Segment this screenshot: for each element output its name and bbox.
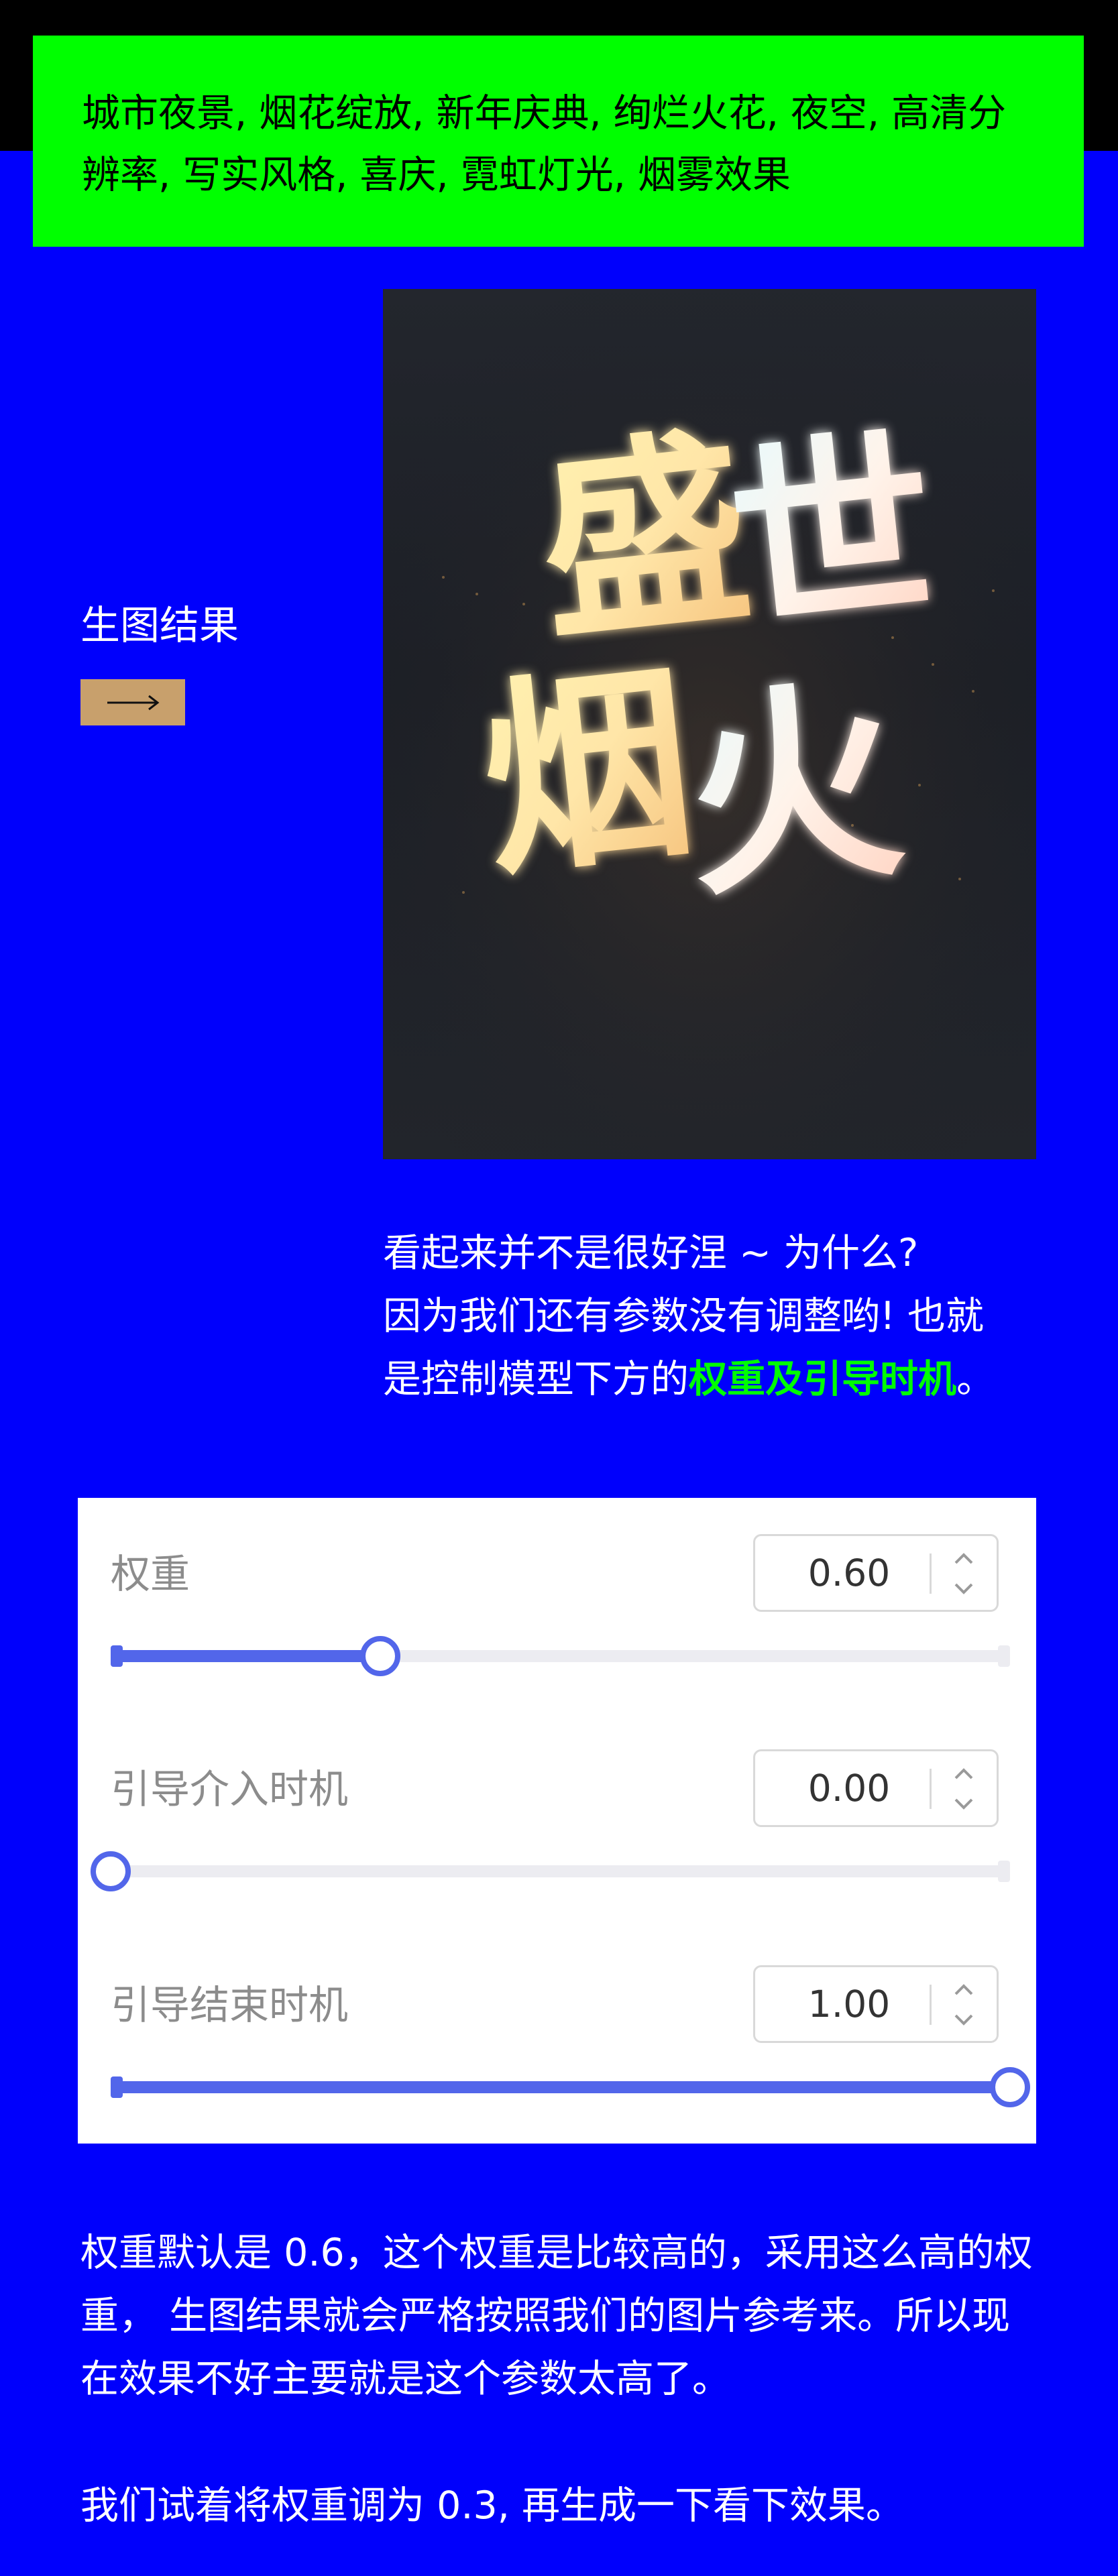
slider-track [111,1865,1010,1877]
try-again-note: 我们试着将权重调为 0.3, 再生成一下看下效果。 [80,2474,1050,2537]
input-divider [930,1769,932,1809]
guidance-start-slider[interactable] [91,1848,1010,1895]
long-right-arrow-icon [107,695,160,710]
explain-line-2: 因为我们还有参数没有调整哟! 也就 [383,1294,984,1338]
guidance-end-slider-handle[interactable] [990,2067,1030,2107]
result-label: 生图结果 [80,602,239,648]
weight-timing-highlight: 权重及引导时机 [689,1357,956,1401]
generated-result-image: 盛 世 烟 火 [383,289,1036,1159]
next-arrow-button[interactable] [80,679,185,725]
note-line-2: 重， 生图结果就会严格按照我们的图片参考来。所以现 [80,2294,1011,2338]
explanation-text: 看起来并不是很好涅 ~ 为什么? 因为我们还有参数没有调整哟! 也就 是控制模型… [383,1222,1047,1411]
weight-note-paragraph: 权重默认是 0.6，这个权重是比较高的，采用这么高的权 重， 生图结果就会严格按… [80,2221,1050,2410]
weight-label: 权重 [111,1551,190,1597]
guidance-start-stepper-icon[interactable] [945,1761,983,1817]
slider-end-cap [998,1861,1010,1882]
guidance-end-stepper-icon[interactable] [945,1977,983,2033]
weight-slider-handle[interactable] [360,1636,401,1676]
guidance-start-label: 引导介入时机 [111,1766,349,1812]
guidance-end-number-input[interactable]: 1.00 [753,1965,999,2043]
explain-line-1: 看起来并不是很好涅 ~ 为什么? [383,1231,919,1275]
prompt-text-box: 城市夜景, 烟花绽放, 新年庆典, 绚烂火花, 夜空, 高清分 辨率, 写实风格… [33,36,1084,247]
prompt-line-2: 辨率, 写实风格, 喜庆, 霓虹灯光, 烟雾效果 [82,153,791,197]
guidance-start-value[interactable]: 0.00 [782,1751,916,1825]
explain-line-3-suffix: 。 [956,1357,995,1401]
guidance-end-label: 引导结束时机 [111,1982,349,2028]
slider-end-cap [998,1645,1010,1667]
note-line-4: 我们试着将权重调为 0.3, 再生成一下看下效果。 [80,2483,905,2528]
weight-slider[interactable] [111,1633,1010,1680]
slider-start-cap [111,1645,123,1667]
weight-number-input[interactable]: 0.60 [753,1534,999,1612]
prompt-line-1: 城市夜景, 烟花绽放, 新年庆典, 绚烂火花, 夜空, 高清分 [82,91,1007,135]
poster-glyph-2: 世 [720,407,945,660]
guidance-start-slider-handle[interactable] [91,1851,131,1891]
guidance-end-value[interactable]: 1.00 [782,1967,916,2041]
note-line-1: 权重默认是 0.6，这个权重是比较高的，采用这么高的权 [80,2231,1033,2275]
explain-line-3: 是控制模型下方的权重及引导时机。 [383,1348,1047,1411]
guidance-start-number-input[interactable]: 0.00 [753,1749,999,1827]
note-line-3: 在效果不好主要就是这个参数太高了。 [80,2357,730,2401]
control-parameters-panel: 权重 0.60 引导介入时机 0.00 引导结束时机 1.00 [78,1498,1036,2144]
slider-start-cap [111,2076,123,2098]
input-divider [930,1985,932,2025]
guidance-end-slider[interactable] [111,2064,1030,2111]
weight-value[interactable]: 0.60 [782,1536,916,1610]
input-divider [930,1554,932,1594]
weight-stepper-icon[interactable] [945,1545,983,1602]
poster-glyph-3: 烟 [471,642,704,904]
slider-fill [111,1650,381,1662]
slider-fill [111,2081,1010,2093]
explain-line-3-prefix: 是控制模型下方的 [383,1357,689,1401]
poster-glyph-4: 火 [673,656,912,926]
poster-artwork: 盛 世 烟 火 [383,289,1036,1159]
